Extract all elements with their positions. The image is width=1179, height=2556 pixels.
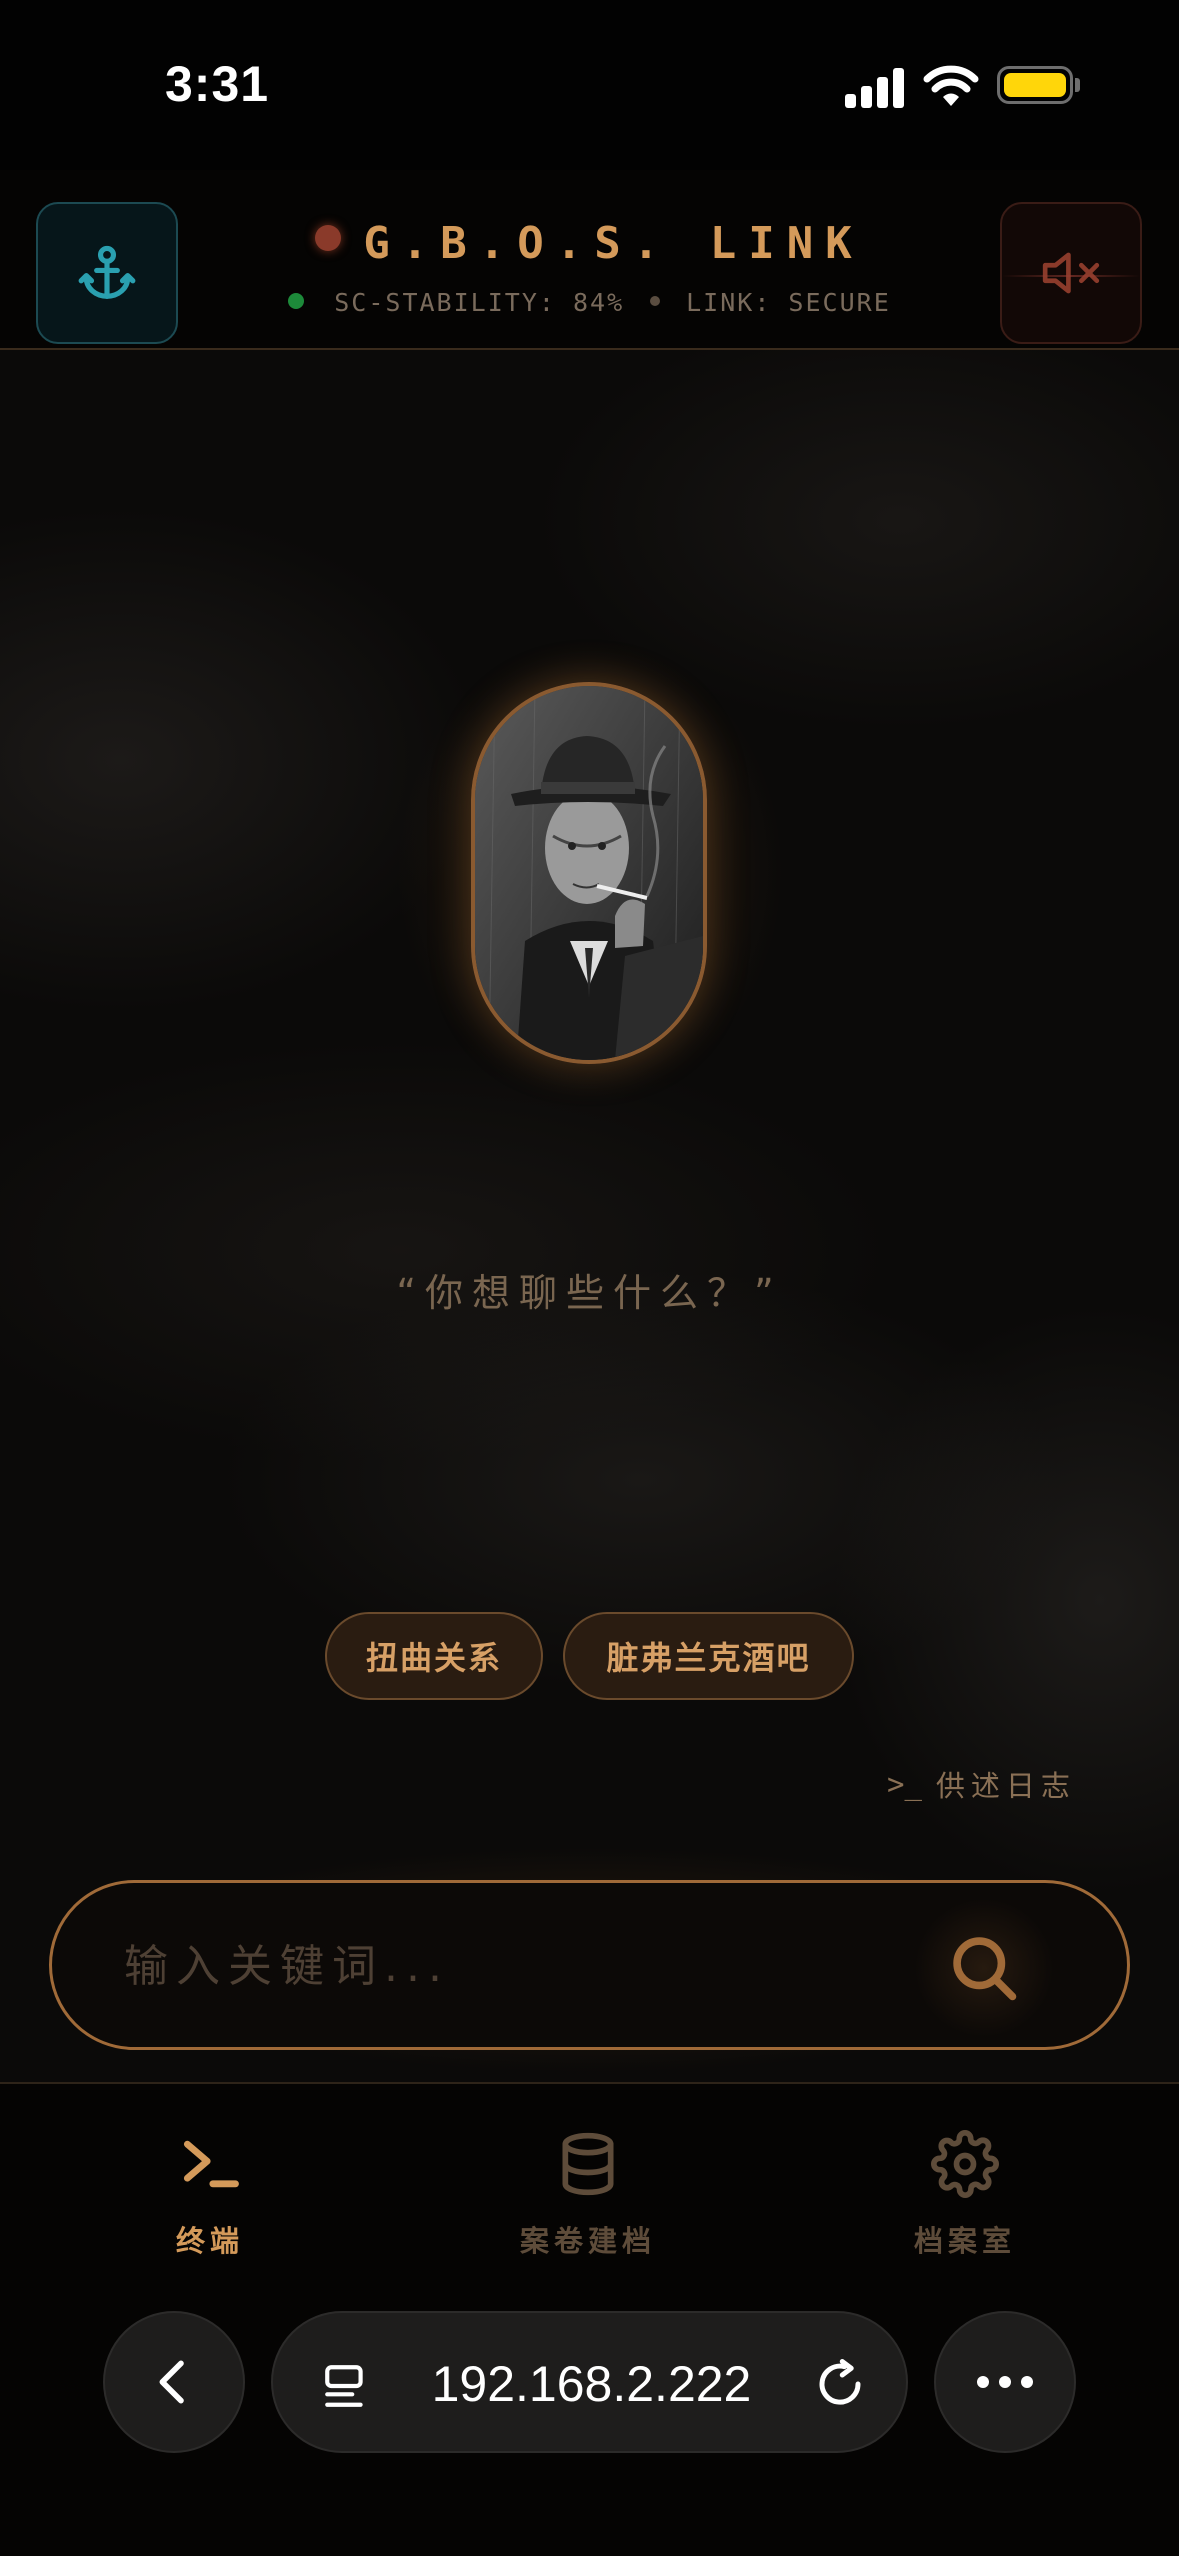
database-icon [562, 2132, 614, 2196]
cellular-signal-icon [845, 68, 905, 108]
status-bar: 3:31 [0, 0, 1179, 170]
detective-illustration [475, 686, 703, 1060]
reload-icon[interactable] [813, 2357, 867, 2411]
chevron-left-icon [159, 2360, 184, 2404]
app-header: G.B.O.S. LINK SC-STABILITY: 84% LINK: SEC… [0, 170, 1179, 350]
topic-chip-twisted-relations[interactable]: 扭曲关系 [325, 1612, 543, 1700]
mute-button[interactable] [1000, 202, 1142, 344]
nav-tab-archive[interactable]: 档案室 [835, 2124, 1095, 2260]
wifi-icon [923, 65, 979, 106]
speaker-muted-icon [1042, 252, 1100, 294]
nav-label-terminal: 终端 [175, 2224, 244, 2258]
nav-tab-terminal[interactable]: 终端 [80, 2124, 340, 2260]
online-dot [288, 293, 305, 309]
more-button[interactable] [934, 2311, 1076, 2453]
nav-label-archive: 档案室 [913, 2224, 1016, 2258]
status-indicator-dot [315, 224, 342, 251]
status-time: 3:31 [165, 56, 270, 112]
nav-tab-case-filing[interactable]: 案卷建档 [458, 2124, 718, 2260]
search-icon [953, 1937, 1017, 2001]
topic-chip-dirty-frank-bar[interactable]: 脏弗兰克酒吧 [563, 1612, 854, 1700]
more-dots-icon [977, 2376, 1033, 2388]
search-bar [49, 1880, 1130, 2050]
app-screen: 3:31 G.B.O.S. LINK SC-STABILITY: 84% LIN… [0, 0, 1179, 2556]
terminal-icon [183, 2140, 239, 2188]
bottom-nav: 终端 案卷建档 档案室 [0, 2084, 1179, 2284]
gear-icon [931, 2130, 999, 2198]
keyword-input[interactable] [124, 1923, 884, 2009]
link-status: LINK: SECURE [686, 288, 891, 317]
separator-dot [650, 296, 661, 306]
stability-readout: SC-STABILITY: 84% [334, 288, 625, 317]
battery-icon [997, 66, 1073, 104]
address-bar[interactable]: 192.168.2.222 [271, 2311, 908, 2453]
detective-portrait [471, 682, 707, 1064]
battery-tip [1075, 78, 1080, 92]
search-button[interactable] [914, 1898, 1054, 2038]
back-button[interactable] [103, 2311, 245, 2453]
nav-label-case-filing: 案卷建档 [519, 2224, 656, 2258]
browser-toolbar: 192.168.2.222 [0, 2284, 1179, 2556]
prompt-quote: “你想聊些什么？” [396, 1271, 783, 1315]
app-title: G.B.O.S. LINK [363, 218, 864, 269]
